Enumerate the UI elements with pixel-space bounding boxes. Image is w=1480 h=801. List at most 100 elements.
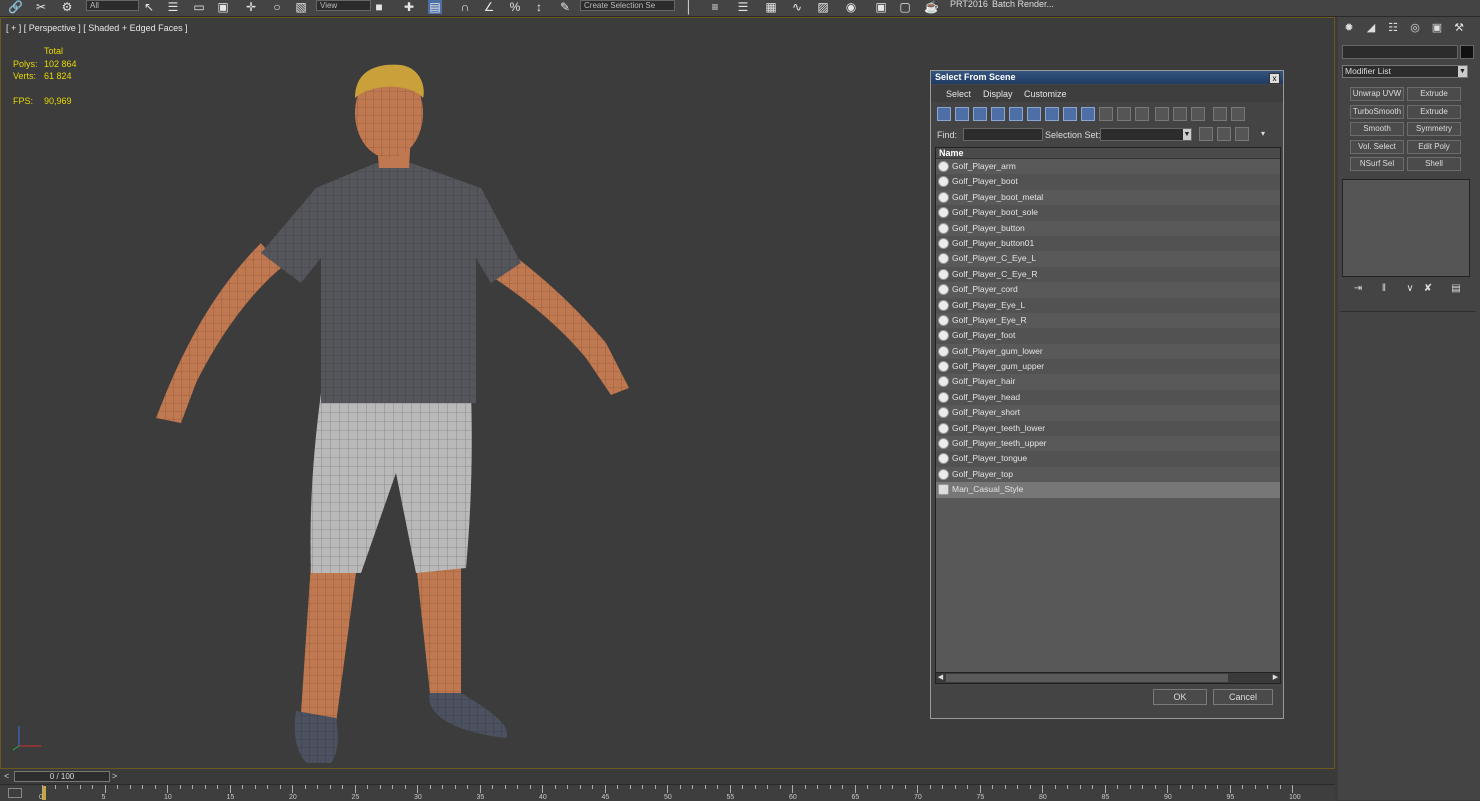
make-unique-icon[interactable]: ∨ <box>1404 283 1416 295</box>
mirror-icon[interactable]: │ <box>682 0 696 14</box>
modifier-button[interactable]: Extrude <box>1407 87 1461 101</box>
modifier-stack[interactable] <box>1342 179 1470 277</box>
selection-set-dropdown[interactable]: ▼ <box>1100 128 1192 141</box>
remove-from-selection-set-icon[interactable] <box>1235 127 1249 141</box>
schematic-view-icon[interactable]: ▨ <box>816 0 830 14</box>
select-scale-icon[interactable]: ▧ <box>294 0 308 14</box>
bind-spacewarp-icon[interactable]: ⚙ <box>60 0 74 14</box>
list-item[interactable]: Golf_Player_tongue <box>936 451 1280 467</box>
viewport-label[interactable]: [ + ] [ Perspective ] [ Shaded + Edged F… <box>6 23 188 33</box>
select-move-icon[interactable]: ✛ <box>244 0 258 14</box>
display-helpers-icon[interactable] <box>1009 107 1023 121</box>
named-selection-set-dropdown[interactable]: Create Selection Se <box>580 0 675 11</box>
menu-display[interactable]: Display <box>983 89 1013 99</box>
list-item[interactable]: Golf_Player_button01 <box>936 235 1280 252</box>
pivot-center-icon[interactable]: ■ <box>372 0 386 14</box>
scroll-thumb[interactable] <box>946 674 1228 682</box>
track-bar[interactable]: 0 5 10 15 20 25 30 35 40 45 50 55 60 65 70 75 80 85 90 95 10… <box>0 784 1335 801</box>
snaps-toggle-icon[interactable]: ∩ <box>458 0 472 14</box>
align-icon[interactable]: ≡ <box>708 0 722 14</box>
reference-coordinate-dropdown[interactable]: View <box>316 0 371 11</box>
curve-editor-icon[interactable]: ∿ <box>790 0 804 14</box>
list-item[interactable]: Golf_Player_foot <box>936 328 1280 344</box>
pin-stack-icon[interactable]: ⇥ <box>1352 283 1364 295</box>
list-item[interactable]: Golf_Player_gum_upper <box>936 359 1280 375</box>
select-rotate-icon[interactable]: ○ <box>270 0 284 14</box>
display-bones-icon[interactable] <box>1081 107 1095 121</box>
ok-button[interactable]: OK <box>1153 689 1207 705</box>
modifier-button[interactable]: Extrude <box>1407 104 1461 119</box>
list-item[interactable]: Golf_Player_teeth_lower <box>936 420 1280 437</box>
menu-select[interactable]: Select <box>946 89 971 99</box>
window-crossing-icon[interactable]: ▣ <box>216 0 230 14</box>
list-item[interactable]: Golf_Player_short <box>936 405 1280 421</box>
select-all-icon[interactable] <box>1155 107 1169 121</box>
link-icon[interactable]: 🔗 <box>8 0 23 14</box>
spinner-snap-icon[interactable]: ↕ <box>532 0 546 14</box>
modifier-button[interactable]: Shell <box>1407 157 1461 171</box>
modifier-button[interactable]: Unwrap UVW <box>1350 87 1404 101</box>
modifier-button[interactable]: Vol. Select <box>1350 139 1404 154</box>
rectangle-selection-icon[interactable]: ▭ <box>192 0 206 14</box>
display-tab-icon[interactable]: ▣ <box>1430 21 1444 35</box>
select-by-name-icon[interactable]: ☰ <box>166 0 180 14</box>
filter-icon[interactable] <box>1213 107 1227 121</box>
find-input[interactable] <box>963 128 1043 141</box>
list-item[interactable]: Golf_Player_gum_lower <box>936 343 1280 360</box>
select-manipulate-icon[interactable]: ✚ <box>402 0 416 14</box>
dialog-title[interactable]: Select From Scene <box>931 71 1283 84</box>
mini-curve-editor-icon[interactable] <box>8 788 22 798</box>
chevron-down-icon[interactable]: ▼ <box>1183 129 1191 140</box>
display-frozen-icon[interactable] <box>1117 107 1131 121</box>
object-color-swatch[interactable] <box>1460 45 1474 59</box>
display-containers-icon[interactable] <box>1099 107 1113 121</box>
list-item[interactable]: Golf_Player_head <box>936 389 1280 406</box>
display-lights-icon[interactable] <box>973 107 987 121</box>
list-item[interactable]: Golf_Player_cord <box>936 282 1280 298</box>
create-tab-icon[interactable]: ✹ <box>1342 21 1356 35</box>
list-item[interactable]: Golf_Player_Eye_L <box>936 297 1280 313</box>
keyboard-shortcut-override-icon[interactable]: ▤ <box>428 0 442 14</box>
list-item[interactable]: Golf_Player_button <box>936 220 1280 236</box>
layer-filter-dropdown[interactable]: All <box>86 0 139 11</box>
modifier-button[interactable]: Symmetry <box>1407 122 1461 136</box>
layer-manager-icon[interactable]: ☰ <box>736 0 750 14</box>
select-none-icon[interactable] <box>1173 107 1187 121</box>
show-end-result-icon[interactable]: ‖ <box>1378 283 1390 295</box>
advanced-filter-icon[interactable] <box>1231 107 1245 121</box>
display-hidden-icon[interactable] <box>1135 107 1149 121</box>
display-spacewarps-icon[interactable] <box>1027 107 1041 121</box>
remove-modifier-icon[interactable]: ✘ <box>1422 283 1434 295</box>
list-item[interactable]: Man_Casual_Style <box>936 482 1280 498</box>
display-xrefs-icon[interactable] <box>1063 107 1077 121</box>
modifier-button[interactable]: Smooth <box>1350 122 1404 136</box>
graphite-tools-icon[interactable]: ▦ <box>764 0 778 14</box>
select-invert-icon[interactable] <box>1191 107 1205 121</box>
select-object-icon[interactable]: ↖ <box>142 0 156 14</box>
chevron-down-icon[interactable]: ▼ <box>1458 66 1467 77</box>
list-item[interactable]: Golf_Player_boot_metal <box>936 189 1280 206</box>
modifier-button[interactable]: TurboSmooth <box>1350 104 1404 119</box>
list-item[interactable]: Golf_Player_teeth_upper <box>936 436 1280 452</box>
list-item[interactable]: Golf_Player_top <box>936 466 1280 483</box>
menu-customize[interactable]: Customize <box>1024 89 1067 99</box>
list-item[interactable]: Golf_Player_Eye_R <box>936 312 1280 329</box>
modifier-button[interactable]: Edit Poly <box>1407 139 1461 154</box>
display-geometry-icon[interactable] <box>937 107 951 121</box>
modifier-list-dropdown[interactable]: Modifier List ▼ <box>1342 65 1468 78</box>
scroll-left-icon[interactable]: ◀ <box>936 673 945 683</box>
prev-frame-arrow[interactable]: < <box>4 771 9 781</box>
display-shapes-icon[interactable] <box>955 107 969 121</box>
cancel-button[interactable]: Cancel <box>1213 689 1273 705</box>
list-item[interactable]: Golf_Player_C_Eye_R <box>936 266 1280 283</box>
render-production-icon[interactable]: ☕ <box>924 0 939 14</box>
rendered-frame-window-icon[interactable]: ▢ <box>898 0 912 14</box>
prt-label[interactable]: PRT2016 <box>950 0 988 9</box>
angle-snap-icon[interactable]: ∠ <box>482 0 496 14</box>
percent-snap-icon[interactable]: % <box>508 0 522 14</box>
motion-tab-icon[interactable]: ◎ <box>1408 21 1422 35</box>
list-item[interactable]: Golf_Player_C_Eye_L <box>936 251 1280 267</box>
list-item[interactable]: Golf_Player_boot_sole <box>936 205 1280 221</box>
scroll-right-icon[interactable]: ▶ <box>1271 673 1280 683</box>
column-header-name[interactable]: Name <box>936 148 1280 159</box>
